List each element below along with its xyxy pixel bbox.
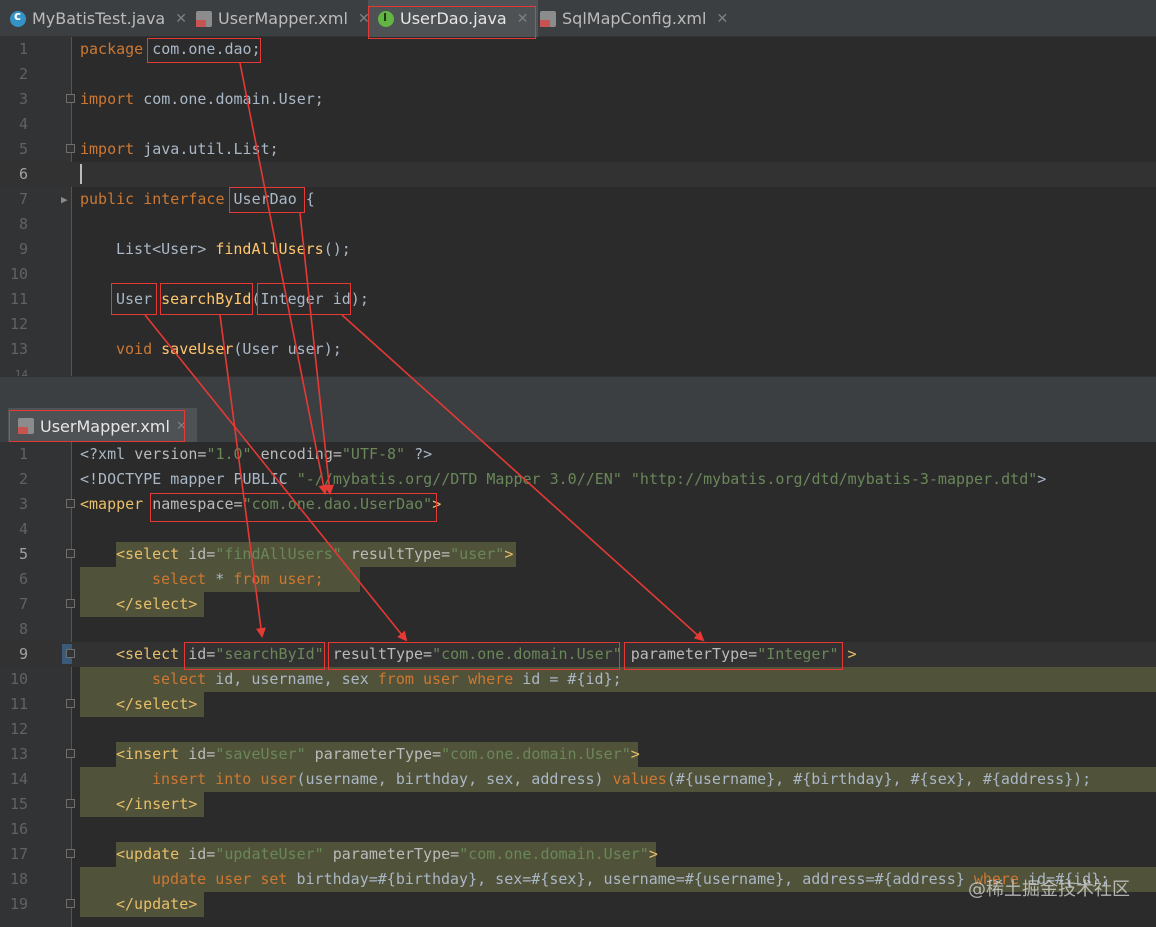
arrow-interface-to-namespace (299, 212, 335, 495)
watermark: @稀土掘金技术社区 (968, 879, 1130, 900)
annotation-arrows (144, 62, 705, 642)
arrow-method-to-id (219, 314, 266, 638)
arrow-param-to-parametertype (341, 314, 705, 642)
arrow-type-to-result (144, 314, 408, 642)
arrow-package-to-namespace (239, 62, 329, 495)
